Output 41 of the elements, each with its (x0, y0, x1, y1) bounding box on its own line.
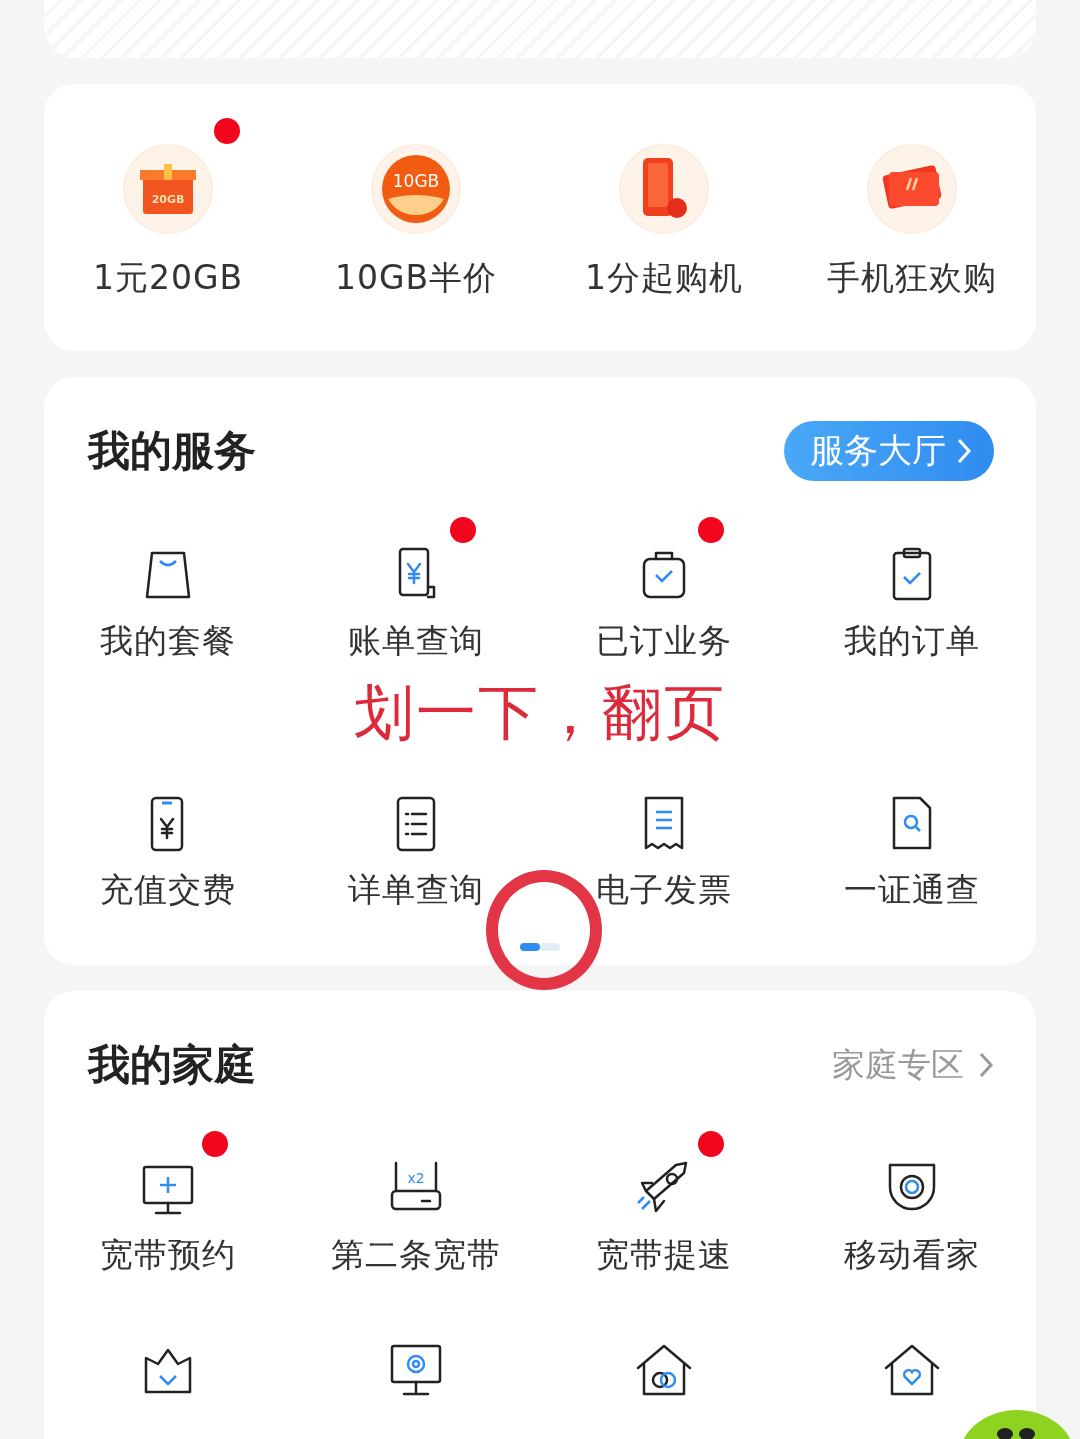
service-label: 我的订单 (844, 620, 980, 662)
promo-item[interactable]: 手机狂欢购 (788, 114, 1036, 301)
service-item[interactable]: 详单查询 (292, 762, 540, 913)
promo-item[interactable]: 20GB 1元20GB (44, 114, 292, 301)
family-label: 宽带提速 (596, 1234, 732, 1276)
promo-label: 10GB半价 (334, 257, 498, 299)
section-title: 我的服务 (88, 425, 256, 477)
promo-label: 1分起购机 (585, 257, 743, 299)
section-title: 我的家庭 (88, 1039, 256, 1091)
promo-item[interactable]: 1分起购机 (540, 114, 788, 301)
chevron-right-icon (956, 437, 972, 465)
family-item[interactable]: 移动看家 (788, 1127, 1036, 1278)
family-label: 宽带预约 (100, 1234, 236, 1276)
service-item[interactable]: 我的套餐 (44, 513, 292, 664)
family-label: 移动看家 (844, 1234, 980, 1276)
service-item[interactable]: 已订业务 (540, 513, 788, 664)
data-coin-icon: 10GB (371, 144, 461, 234)
service-item[interactable]: 一证通查 (788, 762, 1036, 913)
service-item[interactable]: 电子发票 (540, 762, 788, 913)
service-label: 已订业务 (596, 620, 732, 662)
promo-label: 手机狂欢购 (827, 257, 997, 299)
phone-money-icon (619, 144, 709, 234)
service-label: 账单查询 (348, 620, 484, 662)
annotation-text: 划一下，翻页 (354, 682, 726, 742)
envelope-stack-icon (867, 144, 957, 234)
service-item[interactable]: 账单查询 (292, 513, 540, 664)
service-label: 充值交费 (100, 869, 236, 911)
service-item[interactable]: 充值交费 (44, 762, 292, 913)
service-label: 我的套餐 (100, 620, 236, 662)
promo-label: 1元20GB (92, 257, 244, 299)
promo-item[interactable]: 10GB 10GB半价 (292, 114, 540, 301)
service-item[interactable]: 我的订单 (788, 513, 1036, 664)
family-item[interactable]: x2 第二条宽带 (292, 1127, 540, 1278)
family-item[interactable]: 宽带预约 (44, 1127, 292, 1278)
service-label: 详单查询 (348, 869, 484, 911)
service-label: 一证通查 (844, 869, 980, 911)
family-label: 第二条宽带 (331, 1234, 501, 1276)
family-item[interactable]: 宽带提速 (540, 1127, 788, 1278)
gift-box-icon: 20GB (123, 144, 213, 234)
chevron-right-icon (978, 1051, 994, 1079)
service-label: 电子发票 (596, 869, 732, 911)
